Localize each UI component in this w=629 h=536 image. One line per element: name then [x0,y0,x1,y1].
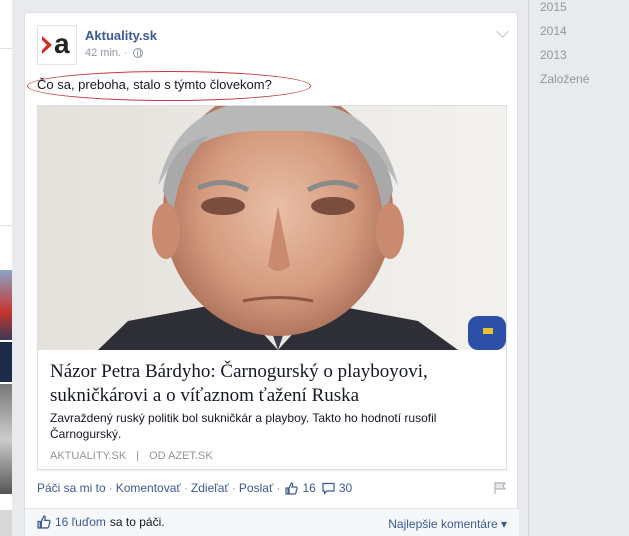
divider [0,48,12,49]
post-timestamp[interactable]: 42 min. [85,47,121,59]
thumbs-up-icon[interactable] [285,481,299,495]
comment-count[interactable]: 30 [339,481,352,495]
likes-suffix: sa to páči. [109,515,165,529]
thumbs-up-icon [37,515,51,529]
comment-button[interactable]: Komentovať [116,481,181,495]
thumbnail-image[interactable] [0,342,12,382]
like-count[interactable]: 16 [302,481,315,495]
article-description: Zavraždený ruský politik bol sukničkár a… [50,411,437,441]
globe-icon[interactable] [132,48,143,58]
chevron-down-icon[interactable] [496,25,509,38]
likers-link[interactable]: 16 ľuďom [55,515,106,529]
timeline-year-2015[interactable]: 2015 [540,0,567,14]
page-name-link[interactable]: Aktuality.sk [85,28,157,43]
link-attachment[interactable]: Názor Petra Bárdyho: Čarnogurský o playb… [37,105,507,470]
source-separator: | [136,450,140,462]
like-button[interactable]: Páči sa mi to [37,481,106,495]
comment-sort-dropdown[interactable]: Najlepšie komentáre ▾ [388,517,507,531]
send-button[interactable]: Poslať [239,481,274,495]
thumbnail-image[interactable] [0,384,12,494]
timeline-year-nav: 2015 2014 2013 Založené [528,0,629,536]
meta-separator: · [124,47,128,59]
article-title[interactable]: Názor Petra Bárdyho: Čarnogurský o playb… [50,360,495,408]
article-photo[interactable] [38,106,506,350]
thumbnail-image[interactable] [0,510,12,536]
comment-bubble-icon[interactable] [322,482,335,495]
share-button[interactable]: Zdieľať [191,481,229,495]
page-avatar[interactable]: a [37,25,77,65]
post-text: Čo sa, preboha, stalo s týmto človekom? [37,77,272,92]
thumbnail-image[interactable] [0,270,12,340]
news-feed-post: a Aktuality.sk 42 min. · Čo sa, preboha,… [24,12,519,536]
source-via: OD AZET.SK [149,450,213,462]
source-domain: AKTUALITY.SK [50,450,127,462]
timeline-year-2014[interactable]: 2014 [540,24,567,38]
left-column-strip [0,0,12,536]
flag-icon[interactable] [493,481,507,498]
article-source: AKTUALITY.SK | OD AZET.SK [50,450,213,462]
portrait-illustration [38,106,506,350]
post-actions: Páči sa mi to · Komentovať · Zdieľať · P… [37,481,507,495]
timeline-founded[interactable]: Založené [540,72,589,86]
divider [0,225,12,226]
logo-letter: a [54,28,70,59]
timeline-year-2013[interactable]: 2013 [540,48,567,62]
likes-summary-row: 16 ľuďom sa to páči. Najlepšie komentáre… [25,508,519,536]
post-meta: 42 min. · [85,47,143,59]
